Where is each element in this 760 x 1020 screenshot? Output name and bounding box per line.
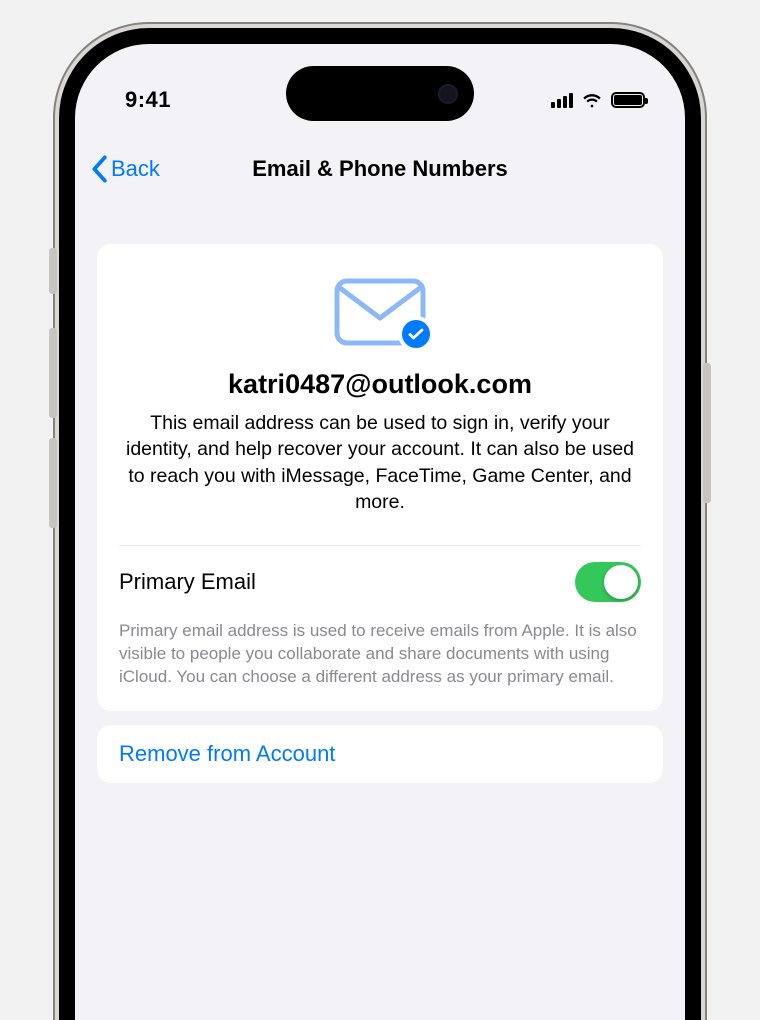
cellular-icon xyxy=(551,92,573,108)
screen: 9:41 Back xyxy=(75,44,685,1020)
camera-icon xyxy=(438,84,458,104)
remove-label: Remove from Account xyxy=(119,741,641,767)
page-title: Email & Phone Numbers xyxy=(252,156,508,182)
checkmark-badge-icon xyxy=(398,316,434,352)
remove-from-account-button[interactable]: Remove from Account xyxy=(97,725,663,783)
side-button xyxy=(49,438,57,528)
email-description: This email address can be used to sign i… xyxy=(123,410,637,515)
email-address: katri0487@outlook.com xyxy=(123,369,637,400)
status-time: 9:41 xyxy=(125,87,171,113)
side-button xyxy=(703,363,711,503)
primary-email-label: Primary Email xyxy=(119,569,256,595)
wifi-icon xyxy=(581,89,603,111)
content: katri0487@outlook.com This email address… xyxy=(97,244,663,783)
primary-email-footer: Primary email address is used to receive… xyxy=(97,620,663,711)
primary-email-row: Primary Email xyxy=(97,546,663,620)
email-card: katri0487@outlook.com This email address… xyxy=(97,244,663,711)
dynamic-island xyxy=(286,66,474,121)
switch-knob xyxy=(604,565,638,599)
mail-verified-icon xyxy=(334,278,426,346)
status-icons xyxy=(551,89,645,111)
nav-bar: Back Email & Phone Numbers xyxy=(75,138,685,200)
email-header: katri0487@outlook.com This email address… xyxy=(97,244,663,545)
back-label: Back xyxy=(111,156,160,182)
chevron-left-icon xyxy=(89,155,109,183)
side-button xyxy=(49,248,57,294)
battery-icon xyxy=(611,92,645,108)
side-button xyxy=(49,328,57,418)
back-button[interactable]: Back xyxy=(89,155,160,183)
primary-email-toggle[interactable] xyxy=(575,562,641,602)
phone-frame: 9:41 Back xyxy=(59,28,701,1020)
